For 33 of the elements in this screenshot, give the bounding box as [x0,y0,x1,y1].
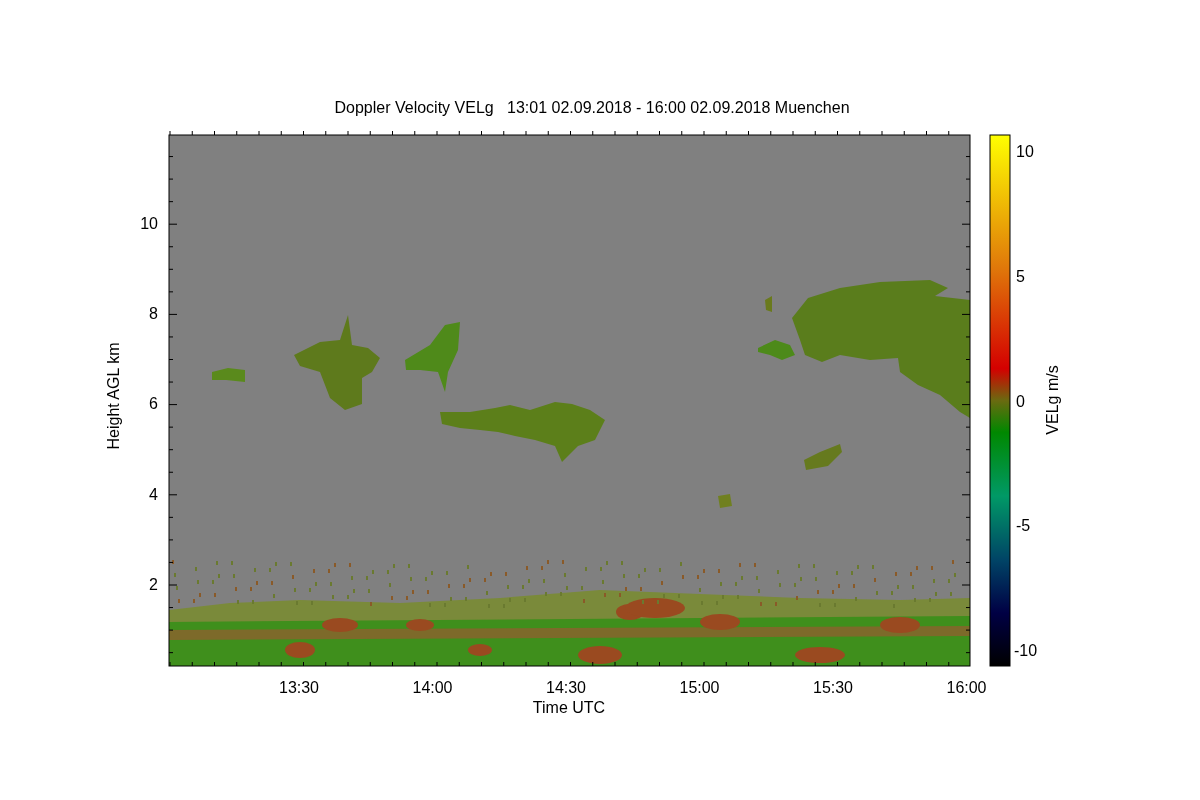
colorbar-tick-label: 0 [1016,393,1025,410]
y-axis-label: Height AGL km [106,342,122,450]
updraft-echo [406,619,434,631]
cloud-echo [804,444,842,470]
y-tick-label: 8 [148,306,158,323]
cloud-echo [405,322,460,392]
x-tick-label: 13:30 [279,680,319,696]
colorbar-tick-label: 10 [1016,144,1034,160]
chart-title: Doppler Velocity VELg 13:01 02.09.2018 - 16:00 02.09.2018 Muenchen [334,100,850,116]
y-tick-label: 2 [148,576,158,593]
colorbar-tick-label: 5 [1016,268,1025,285]
x-tick-label: 14:00 [412,680,453,696]
updraft-echo [578,646,622,664]
x-tick-label: 15:00 [679,680,720,696]
cloud-echo [765,296,772,312]
x-tick-label: 15:30 [813,680,853,696]
updraft-echo [880,617,920,633]
updraft-echo [468,644,492,656]
updraft-echo [285,642,315,658]
colorbar-label: VELg m/s [1045,365,1061,435]
updraft-echo [795,647,845,663]
y-tick-label: 10 [139,216,158,232]
cloud-echo [718,494,732,508]
colorbar-tick-label: -5 [1016,518,1031,535]
cloud-echo [212,368,245,382]
y-tick-label: 6 [148,396,158,413]
updraft-echo [700,614,740,630]
x-tick-label: 14:30 [546,680,586,696]
x-axis-label: Time UTC [532,700,606,716]
colorbar-tick-label: -10 [1014,643,1038,659]
updraft-echo [322,618,358,632]
x-tick-label: 16:00 [946,680,987,696]
y-tick-label: 4 [148,486,158,503]
